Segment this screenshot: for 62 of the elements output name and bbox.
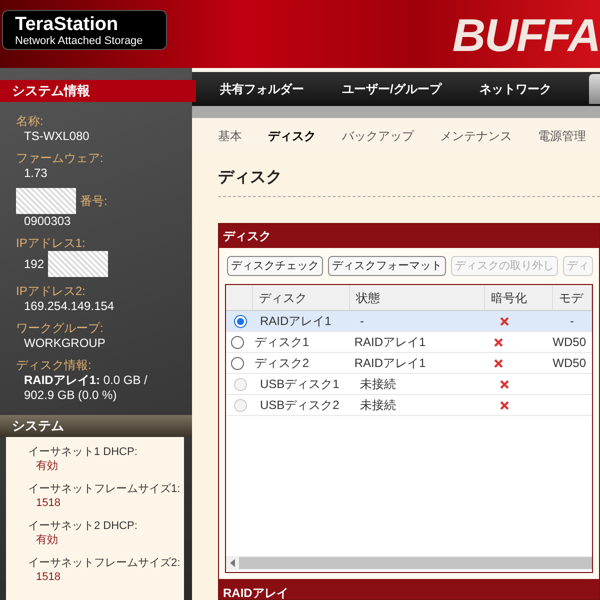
field-value: RAIDアレイ1: 0.0 GB / 902.9 GB (0.0 %): [24, 373, 148, 403]
horizontal-scrollbar[interactable]: [226, 556, 592, 570]
table-cell-text: -: [569, 313, 575, 330]
field-value: 有効: [35, 533, 59, 547]
table-cell-text: USBディスク2: [259, 397, 340, 414]
panel-header: ディスク: [219, 224, 599, 248]
field-label: イーサネット2 DHCP:: [28, 519, 138, 533]
column-header: 状態: [350, 285, 486, 310]
radio-button[interactable]: [234, 314, 246, 328]
field-value: 192: [24, 256, 44, 272]
field-value: 0900303: [24, 214, 71, 229]
sub-tab[interactable]: メンテナンス: [440, 127, 512, 145]
field-value: 1518: [35, 570, 62, 584]
field-label: IPアドレス2:: [16, 284, 86, 299]
column-header: モデ: [552, 285, 592, 310]
table-cell-text: RAIDアレイ1: [353, 334, 427, 352]
nav-tab[interactable]: ユーザー/グループ: [342, 74, 442, 104]
column-header: 暗号化: [485, 285, 553, 310]
sidebar-header: システム情報: [0, 80, 196, 102]
panel-header: RAIDアレイ: [219, 579, 599, 599]
table-cell-text: USBディスク1: [259, 376, 340, 394]
table-cell-text: 未接続: [359, 397, 397, 414]
table-cell-text: WD50: [552, 355, 587, 372]
sub-tab[interactable]: バックアップ: [342, 127, 414, 145]
page-title: ディスク: [218, 168, 283, 188]
table-cell-text: WD50: [552, 334, 587, 352]
table-cell-text: ディスク2: [253, 355, 310, 372]
sub-tab[interactable]: 電源管理: [538, 127, 586, 145]
column-header: ディスク: [253, 285, 350, 310]
brand-logo: BUFFA: [452, 12, 600, 58]
field-value: TS-WXL080: [24, 129, 90, 144]
nav-tab[interactable]: 共有フォルダー: [220, 74, 304, 104]
table-row[interactable]: RAIDアレイ1 - -: [226, 311, 592, 332]
field-label: イーサネット1 DHCP:: [28, 445, 138, 459]
table-cell-text: -: [359, 313, 365, 330]
sub-tab[interactable]: ディスク: [268, 127, 316, 145]
field-label: ディスク情報:: [16, 358, 92, 373]
field-value: 1518: [35, 496, 62, 510]
table-cell-text: RAIDアレイ1: [259, 313, 332, 330]
field-label: イーサネットフレームサイズ1:: [28, 482, 182, 496]
toolbar-button[interactable]: ディスクフォーマット: [328, 256, 446, 276]
field-value: 1.73: [24, 166, 48, 181]
field-label: 番号:: [80, 194, 108, 208]
logo-title: TeraStation: [15, 15, 120, 34]
radio-button[interactable]: [230, 336, 244, 349]
table-cell-text: RAIDアレイ1: [353, 355, 427, 372]
field-label: 名称:: [16, 114, 44, 129]
field-value: 有効: [35, 459, 59, 473]
field-value: WORKGROUP: [24, 336, 106, 351]
field-label: ファームウェア:: [16, 151, 104, 166]
sub-tab[interactable]: 基本: [218, 127, 242, 145]
field-label: イーサネットフレームサイズ2:: [28, 556, 182, 570]
nav-tab[interactable]: ネットワーク: [479, 74, 552, 104]
radio-button[interactable]: [230, 356, 244, 370]
logo-subtitle: Network Attached Storage: [15, 36, 144, 47]
scroll-left-icon[interactable]: [230, 559, 235, 568]
field-value: 169.254.149.154: [24, 299, 114, 314]
table-cell-text: 未接続: [359, 376, 397, 394]
table-cell-text: ディスク1: [253, 334, 310, 352]
field-label: IPアドレス1:: [16, 236, 86, 251]
field-label: ワークグループ:: [16, 321, 104, 336]
toolbar-button[interactable]: ディスクチェック: [227, 256, 323, 276]
